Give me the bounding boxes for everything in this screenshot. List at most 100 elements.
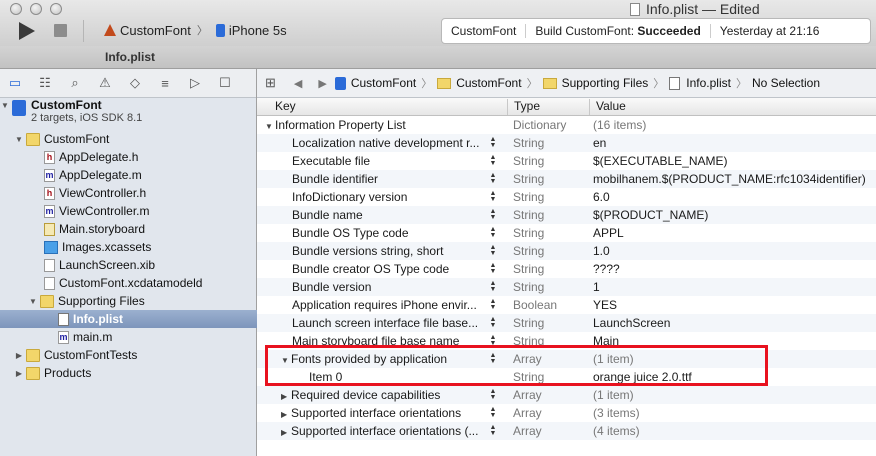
search-icon[interactable]: ⌕: [60, 69, 90, 97]
breadcrumb-group[interactable]: CustomFont: [437, 76, 522, 90]
disclosure-closed-icon[interactable]: ▶: [14, 351, 24, 360]
disclosure-open-icon[interactable]: ▼: [14, 135, 24, 144]
plist-file-icon: [58, 312, 69, 326]
tab-info-plist[interactable]: Info.plist: [0, 46, 260, 68]
storyboard-file-icon: [44, 222, 55, 236]
key-stepper[interactable]: ▲ ▼: [489, 406, 497, 419]
disclosure-closed-icon[interactable]: ▶: [281, 428, 291, 437]
key-stepper[interactable]: ▲ ▼: [489, 280, 497, 293]
folder-icon: [437, 77, 452, 89]
zoom-window-button[interactable]: [50, 3, 62, 15]
tree-file[interactable]: Images.xcassets: [0, 238, 300, 256]
activity-viewer[interactable]: CustomFont Build CustomFont: Succeeded Y…: [441, 18, 871, 44]
disclosure-closed-icon[interactable]: ▶: [281, 392, 291, 401]
run-button[interactable]: [19, 22, 35, 40]
breakpoint-icon[interactable]: ▷: [180, 69, 210, 97]
plist-row[interactable]: Application requires iPhone envir... ▲ ▼ …: [257, 296, 876, 314]
window-toolbar: Info.plist — Edited CustomFont 〉 iPhone …: [0, 0, 876, 47]
plist-row-font-item[interactable]: Item 0 String orange juice 2.0.ttf: [257, 368, 876, 386]
key-stepper[interactable]: ▲ ▼: [489, 298, 497, 311]
tree-file[interactable]: CustomFont.xcdatamodeld: [0, 274, 300, 292]
chevron-right-icon: 〉: [196, 25, 208, 37]
breadcrumb-selection[interactable]: No Selection: [752, 76, 820, 90]
tree-group[interactable]: ▼ CustomFont: [0, 130, 270, 148]
tree-group[interactable]: ▶ CustomFontTests: [0, 346, 270, 364]
jump-bar: ⊞ ◀ ▶ CustomFont 〉 CustomFont 〉 Supporti…: [257, 69, 876, 98]
key-stepper[interactable]: ▲ ▼: [489, 208, 497, 221]
key-stepper[interactable]: ▲ ▼: [489, 244, 497, 257]
plist-row[interactable]: Localization native development r... ▲ ▼ …: [257, 134, 876, 152]
xib-file-icon: [44, 258, 55, 272]
chevron-right-icon: 〉: [653, 78, 665, 90]
log-icon[interactable]: ☐: [210, 69, 240, 97]
chevron-right-icon: 〉: [526, 78, 538, 90]
disclosure-open-icon[interactable]: ▼: [265, 122, 275, 131]
tree-group[interactable]: ▼ Supporting Files: [0, 292, 284, 310]
tree-group[interactable]: ▶ Products: [0, 364, 270, 382]
key-stepper[interactable]: ▲ ▼: [489, 334, 497, 347]
key-stepper[interactable]: ▲ ▼: [489, 136, 497, 149]
key-stepper[interactable]: ▲ ▼: [489, 172, 497, 185]
test-navigator-icon[interactable]: ◇: [120, 69, 150, 97]
tab-bar: Info.plist: [0, 46, 876, 69]
plist-row-fonts[interactable]: ▼ Fonts provided by application ▲ ▼ Array …: [257, 350, 876, 368]
plist-row[interactable]: Bundle name ▲ ▼ String $(PRODUCT_NAME): [257, 206, 876, 224]
key-stepper[interactable]: ▲ ▼: [489, 352, 497, 365]
plist-row[interactable]: Bundle versions string, short ▲ ▼ String …: [257, 242, 876, 260]
key-stepper[interactable]: ▲ ▼: [489, 262, 497, 275]
build-succeeded-label: Succeeded: [637, 24, 701, 38]
stop-button[interactable]: [54, 24, 67, 37]
plist-row[interactable]: Bundle version ▲ ▼ String 1: [257, 278, 876, 296]
close-window-button[interactable]: [10, 3, 22, 15]
plist-row[interactable]: Launch screen interface file base... ▲ ▼ …: [257, 314, 876, 332]
column-header-type[interactable]: Type: [507, 99, 591, 115]
forward-arrow-icon[interactable]: ▶: [318, 77, 326, 90]
breadcrumb-project[interactable]: CustomFont: [334, 76, 416, 90]
minimize-window-button[interactable]: [30, 3, 42, 15]
symbol-navigator-icon[interactable]: ☷: [30, 69, 60, 97]
disclosure-open-icon[interactable]: ▼: [28, 297, 38, 306]
disclosure-closed-icon[interactable]: ▶: [14, 369, 24, 378]
project-file-icon: [12, 100, 26, 116]
column-header-key[interactable]: Key: [269, 99, 513, 115]
key-stepper[interactable]: ▲ ▼: [489, 424, 497, 437]
plist-row[interactable]: Main storyboard file base name ▲ ▼ String…: [257, 332, 876, 350]
key-stepper[interactable]: ▲ ▼: [489, 226, 497, 239]
plist-row[interactable]: InfoDictionary version ▲ ▼ String 6.0: [257, 188, 876, 206]
plist-row[interactable]: Executable file ▲ ▼ String $(EXECUTABLE_N…: [257, 152, 876, 170]
related-items-grid-icon[interactable]: ⊞: [265, 75, 276, 91]
tree-file[interactable]: h AppDelegate.h: [0, 148, 300, 166]
breadcrumb-supporting-files[interactable]: Supporting Files: [542, 76, 648, 90]
disclosure-closed-icon[interactable]: ▶: [281, 410, 291, 419]
tree-file[interactable]: Main.storyboard M: [0, 220, 300, 238]
breadcrumb-file[interactable]: Info.plist: [669, 76, 731, 90]
warning-icon[interactable]: ⚠: [90, 69, 120, 97]
disclosure-open-icon[interactable]: ▼: [281, 356, 291, 365]
scheme-selector[interactable]: CustomFont 〉 iPhone 5s: [102, 22, 287, 38]
tree-file[interactable]: m ViewController.m M: [0, 202, 300, 220]
folder-icon[interactable]: ▭: [0, 69, 30, 97]
tree-file[interactable]: h ViewController.h M: [0, 184, 300, 202]
plist-row[interactable]: ▶ Supported interface orientations ▲ ▼ Arr…: [257, 404, 876, 422]
debug-navigator-icon[interactable]: ≡: [150, 69, 180, 97]
data-model-icon: [44, 276, 55, 290]
project-name: CustomFont: [31, 98, 102, 112]
project-navigator: ▭ ☷ ⌕ ⚠ ◇ ≡ ▷ ☐ ▼ CustomFont 2 targets, …: [0, 69, 314, 456]
key-stepper[interactable]: ▲ ▼: [489, 316, 497, 329]
plist-row[interactable]: ▼ Information Property List Dictionary (1…: [257, 116, 876, 134]
back-arrow-icon[interactable]: ◀: [294, 77, 302, 90]
tree-file[interactable]: m AppDelegate.m: [0, 166, 300, 184]
plist-row[interactable]: Bundle identifier ▲ ▼ String mobilhanem.$…: [257, 170, 876, 188]
column-header-value[interactable]: Value: [589, 99, 876, 115]
document-icon: [630, 2, 640, 16]
plist-row[interactable]: Bundle creator OS Type code ▲ ▼ String ??…: [257, 260, 876, 278]
key-stepper[interactable]: ▲ ▼: [489, 190, 497, 203]
key-stepper[interactable]: ▲ ▼: [489, 154, 497, 167]
disclosure-open-icon[interactable]: ▼: [0, 101, 10, 110]
plist-row[interactable]: ▶ Supported interface orientations (... ▲…: [257, 422, 876, 440]
key-stepper[interactable]: ▲ ▼: [489, 388, 497, 401]
tree-file[interactable]: LaunchScreen.xib: [0, 256, 300, 274]
project-root[interactable]: ▼ CustomFont 2 targets, iOS SDK 8.1: [0, 98, 256, 128]
plist-row[interactable]: Bundle OS Type code ▲ ▼ String APPL: [257, 224, 876, 242]
plist-row[interactable]: ▶ Required device capabilities ▲ ▼ Array (…: [257, 386, 876, 404]
